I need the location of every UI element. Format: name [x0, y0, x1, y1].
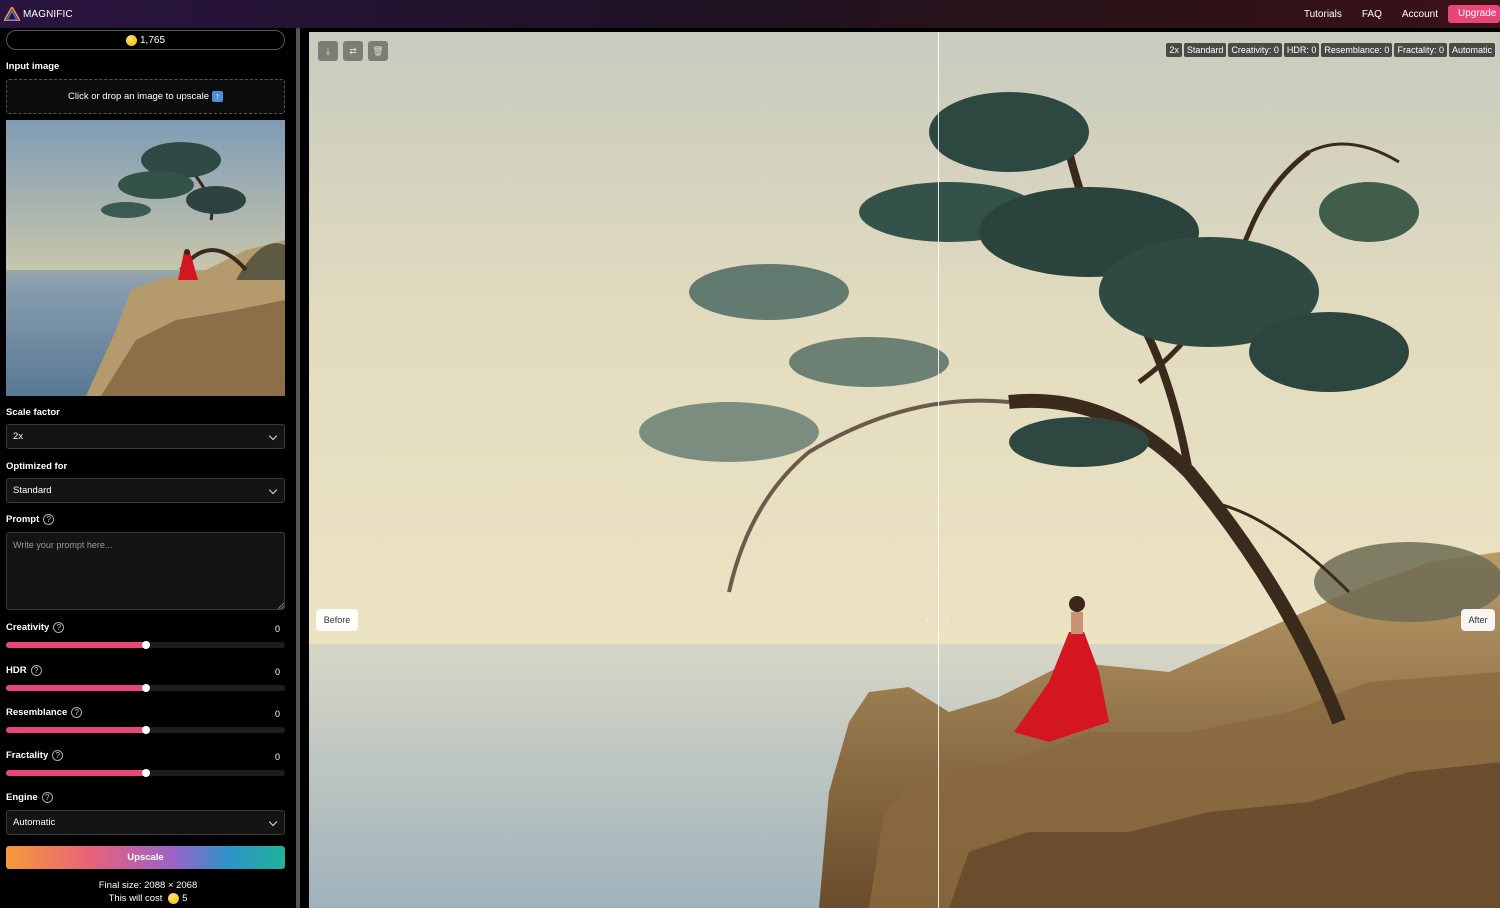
app-name: MAGNIFIC	[23, 8, 73, 20]
scale-factor-label-text: Scale factor	[6, 407, 60, 418]
help-icon[interactable]: ?	[53, 622, 65, 633]
creativity-label-text: Creativity	[6, 622, 50, 633]
cost-line: This will cost 5	[0, 893, 296, 904]
nav-faq[interactable]: FAQ	[1362, 9, 1382, 20]
chevron-right-icon: ›	[945, 615, 948, 625]
hdr-label: HDR ?	[6, 665, 42, 676]
optimized-for-label: Optimized for	[6, 461, 67, 472]
engine-label-text: Engine	[6, 792, 38, 803]
tag-fractality: Fractality: 0	[1394, 43, 1447, 57]
engine-select[interactable]: Automatic	[6, 810, 285, 835]
hdr-value: 0	[274, 667, 280, 677]
fractality-slider-fill	[6, 770, 146, 776]
settings-tags: 2x Standard Creativity: 0 HDR: 0 Resembl…	[1164, 43, 1495, 57]
help-icon[interactable]: ?	[30, 665, 42, 676]
tag-engine: Automatic	[1448, 43, 1495, 57]
creativity-label: Creativity ?	[6, 622, 65, 633]
download-button[interactable]: ⤓	[318, 41, 338, 61]
compare-viewer[interactable]: ‹ › ⤓ ⇄ 🗑 2x Standard Creativity: 0 HDR:…	[309, 32, 1500, 908]
help-icon[interactable]: ?	[43, 514, 55, 525]
creativity-slider-handle[interactable]	[141, 641, 150, 649]
sidebar-scrollbar-thumb[interactable]	[296, 28, 300, 908]
coin-icon	[168, 893, 180, 904]
thumbnail-image	[6, 120, 285, 396]
upgrade-button[interactable]: Upgrade	[1448, 5, 1500, 23]
input-image-label: Input image	[6, 61, 59, 72]
scale-factor-select[interactable]: 2x	[6, 424, 285, 449]
top-bar: MAGNIFIC Tutorials FAQ Account Upgrade	[0, 0, 1500, 28]
credits-balance: 1,765	[6, 30, 285, 50]
help-icon[interactable]: ?	[71, 707, 83, 718]
scale-factor-label: Scale factor	[6, 407, 60, 418]
optimized-for-value: Standard	[13, 485, 52, 496]
creativity-slider-fill	[6, 642, 146, 648]
upscale-button-label: Upscale	[127, 852, 164, 863]
cost-value: 5	[182, 893, 188, 905]
after-label: After	[1461, 609, 1495, 631]
download-icon: ⤓	[326, 45, 330, 56]
prompt-input[interactable]	[6, 532, 285, 610]
coin-icon	[125, 34, 137, 46]
magnific-logo-icon	[4, 7, 20, 21]
chevron-left-icon: ‹	[926, 615, 929, 625]
delete-button[interactable]: 🗑	[368, 41, 388, 61]
tag-resemblance: Resemblance: 0	[1321, 43, 1393, 57]
credits-value: 1,765	[139, 34, 166, 46]
tag-optimized: Standard	[1183, 43, 1227, 57]
resemblance-label-text: Resemblance	[6, 707, 68, 718]
hdr-slider[interactable]	[6, 684, 285, 692]
fractality-value: 0	[274, 752, 280, 762]
input-image-thumbnail	[6, 120, 285, 396]
fractality-label-text: Fractality	[6, 750, 49, 761]
hdr-slider-fill	[6, 685, 146, 691]
hdr-slider-handle[interactable]	[141, 684, 150, 692]
chevron-down-icon	[268, 431, 278, 441]
resemblance-slider-fill	[6, 727, 146, 733]
scale-factor-value: 2x	[13, 431, 24, 442]
logo[interactable]: MAGNIFIC	[4, 7, 73, 21]
chevron-down-icon	[268, 485, 278, 495]
cost-prefix: This will cost	[108, 893, 163, 905]
creativity-value: 0	[274, 624, 280, 634]
top-nav: Tutorials FAQ Account Upgrade	[1304, 0, 1500, 28]
before-label: Before	[316, 609, 358, 631]
trash-icon: 🗑	[372, 45, 384, 56]
resemblance-value: 0	[274, 709, 280, 719]
prompt-label-text: Prompt	[6, 514, 40, 525]
resemblance-slider-handle[interactable]	[141, 726, 150, 734]
swap-icon: ⇄	[349, 45, 357, 56]
creativity-slider[interactable]	[6, 641, 285, 649]
sidebar: 1,765 Input image Click or drop an image…	[0, 28, 296, 908]
tag-scale: 2x	[1166, 43, 1182, 57]
final-size: Final size: 2088 × 2068	[98, 880, 198, 891]
nav-account[interactable]: Account	[1402, 9, 1438, 20]
upload-arrow-icon: ↑	[212, 91, 223, 102]
hdr-label-text: HDR	[6, 665, 27, 676]
compare-divider[interactable]	[938, 32, 939, 908]
resemblance-label: Resemblance ?	[6, 707, 83, 718]
resize-grip-icon[interactable]	[278, 603, 284, 609]
fractality-slider[interactable]	[6, 769, 285, 777]
compare-image	[309, 32, 1500, 908]
chevron-down-icon	[268, 817, 278, 827]
fractality-slider-handle[interactable]	[141, 769, 150, 777]
image-dropzone[interactable]: Click or drop an image to upscale ↑	[6, 79, 285, 114]
resemblance-slider[interactable]	[6, 726, 285, 734]
fractality-label: Fractality ?	[6, 750, 64, 761]
upscale-button[interactable]: Upscale	[6, 846, 285, 869]
dropzone-text: Click or drop an image to upscale	[68, 91, 209, 102]
tag-creativity: Creativity: 0	[1228, 43, 1282, 57]
help-icon[interactable]: ?	[41, 792, 53, 803]
prompt-label: Prompt ?	[6, 514, 55, 525]
swap-button[interactable]: ⇄	[343, 41, 363, 61]
input-image-label-text: Input image	[6, 61, 60, 72]
optimized-for-select[interactable]: Standard	[6, 478, 285, 503]
help-icon[interactable]: ?	[52, 750, 64, 761]
engine-label: Engine ?	[6, 792, 53, 803]
engine-value: Automatic	[13, 817, 56, 828]
optimized-for-label-text: Optimized for	[6, 461, 68, 472]
nav-tutorials[interactable]: Tutorials	[1304, 9, 1342, 20]
tag-hdr: HDR: 0	[1283, 43, 1320, 57]
